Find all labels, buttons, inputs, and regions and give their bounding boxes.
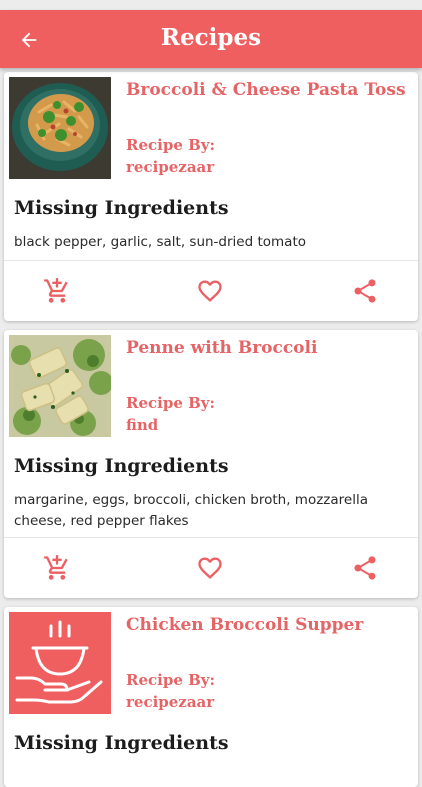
missing-ingredients-list: margarine, eggs, broccoli, chicken broth…	[14, 492, 368, 529]
missing-ingredients-list: black pepper, garlic, salt, sun-dried to…	[14, 234, 306, 250]
page-title: Recipes	[160, 24, 262, 51]
share-button[interactable]	[350, 553, 380, 583]
recipe-title[interactable]: Chicken Broccoli Supper	[126, 615, 408, 635]
recipe-card[interactable]: Broccoli & Cheese Pasta Toss Recipe By: …	[4, 72, 418, 321]
app-bar: Recipes	[0, 10, 422, 68]
missing-ingredients-heading: Missing Ingredients	[14, 455, 229, 477]
share-icon	[354, 279, 376, 303]
add-to-cart-icon	[44, 278, 68, 303]
recipe-by-label: Recipe By:	[126, 671, 216, 689]
recipe-card[interactable]: Penne with Broccoli Recipe By: find Miss…	[4, 330, 418, 598]
recipe-image[interactable]	[9, 77, 111, 179]
recipe-source: recipezaar	[126, 158, 215, 176]
heart-icon	[198, 557, 222, 579]
missing-ingredients-heading: Missing Ingredients	[14, 197, 229, 219]
favorite-button[interactable]	[195, 553, 225, 583]
recipe-by-label: Recipe By:	[126, 394, 216, 412]
food-bowl-icon	[9, 612, 111, 714]
share-button[interactable]	[350, 276, 380, 306]
add-to-cart-button[interactable]	[42, 276, 72, 306]
recipe-by-label: Recipe By:	[126, 136, 216, 154]
recipe-source: find	[126, 416, 159, 434]
recipe-image[interactable]	[9, 335, 111, 437]
recipe-title[interactable]: Penne with Broccoli	[126, 338, 408, 358]
recipe-card[interactable]: Chicken Broccoli Supper Recipe By: recip…	[4, 607, 418, 787]
card-actions	[4, 537, 418, 598]
share-icon	[354, 556, 376, 580]
card-actions	[4, 260, 418, 321]
heart-icon	[198, 280, 222, 302]
missing-ingredients-heading: Missing Ingredients	[14, 732, 229, 754]
recipe-source: recipezaar	[126, 693, 215, 711]
favorite-button[interactable]	[195, 276, 225, 306]
add-to-cart-button[interactable]	[42, 553, 72, 583]
recipe-image[interactable]	[9, 612, 111, 714]
add-to-cart-icon	[44, 555, 68, 580]
recipe-title[interactable]: Broccoli & Cheese Pasta Toss	[126, 80, 408, 100]
